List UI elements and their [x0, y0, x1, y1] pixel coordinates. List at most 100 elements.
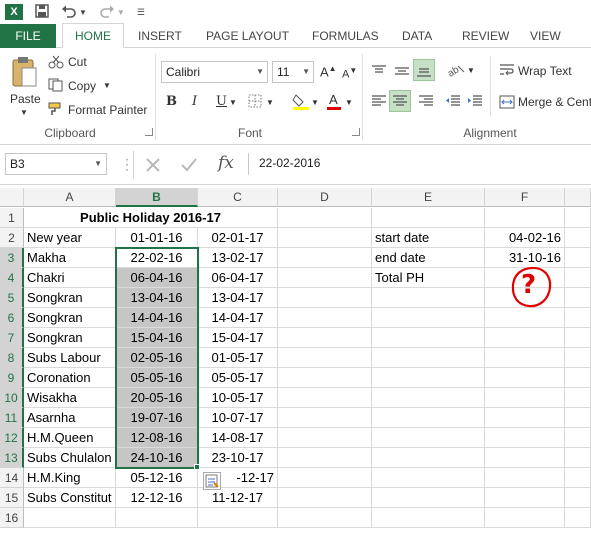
cell-f11[interactable] [485, 408, 565, 428]
cell-a6[interactable]: Songkran [24, 308, 116, 328]
cell-g7[interactable] [565, 328, 591, 348]
cell-g4[interactable] [565, 268, 591, 288]
insert-function-icon[interactable]: fx [218, 153, 234, 173]
cell-a8[interactable]: Subs Labour [24, 348, 116, 368]
cell-d2[interactable] [278, 228, 372, 248]
cell-d14[interactable] [278, 468, 372, 488]
paste-icon[interactable] [10, 56, 38, 93]
cell-c12[interactable]: 14-08-17 [198, 428, 278, 448]
underline-dropdown-icon[interactable]: ▼ [229, 98, 237, 107]
cell-b2[interactable]: 01-01-16 [116, 228, 198, 248]
align-bottom-icon[interactable] [413, 59, 435, 81]
cell-d4[interactable] [278, 268, 372, 288]
column-header-c[interactable]: C [198, 188, 278, 207]
name-box[interactable]: B3 ▼ [5, 153, 107, 175]
save-icon[interactable] [35, 3, 49, 21]
cell-g8[interactable] [565, 348, 591, 368]
column-header-f[interactable]: F [485, 188, 565, 207]
sheet-title[interactable]: Public Holiday 2016-17 [24, 208, 278, 228]
row-header[interactable]: 1 [0, 208, 24, 228]
undo-icon[interactable] [61, 4, 77, 21]
cell-g1[interactable] [565, 208, 591, 228]
redo-icon[interactable] [99, 4, 115, 21]
fill-color-icon[interactable] [292, 92, 310, 113]
borders-dropdown-icon[interactable]: ▼ [266, 98, 274, 107]
row-header[interactable]: 5 [0, 288, 24, 308]
cell-c6[interactable]: 14-04-17 [198, 308, 278, 328]
cell-a12[interactable]: H.M.Queen [24, 428, 116, 448]
cell-d15[interactable] [278, 488, 372, 508]
cell-e1[interactable] [372, 208, 485, 228]
column-header-d[interactable]: D [278, 188, 372, 207]
align-top-icon[interactable] [371, 64, 387, 81]
wrap-text-icon[interactable] [499, 63, 515, 80]
cell-a7[interactable]: Songkran [24, 328, 116, 348]
align-middle-icon[interactable] [394, 64, 410, 81]
cell-b16[interactable] [116, 508, 198, 528]
copy-button[interactable]: Copy [68, 79, 96, 93]
spreadsheet-grid[interactable]: A B C D E F 1 2 New year 01-01-16 02-01-17 start da… [0, 188, 591, 543]
bold-button[interactable]: B [166, 94, 177, 109]
enter-icon[interactable] [180, 157, 198, 176]
cell-e12[interactable] [372, 428, 485, 448]
underline-button[interactable]: U [216, 94, 227, 109]
cell-b12[interactable]: 12-08-16 [116, 428, 198, 448]
row-header[interactable]: 14 [0, 468, 24, 488]
row-header[interactable]: 7 [0, 328, 24, 348]
cell-g10[interactable] [565, 388, 591, 408]
cell-g12[interactable] [565, 428, 591, 448]
align-right-icon[interactable] [418, 94, 434, 111]
cell-e14[interactable] [372, 468, 485, 488]
column-header-a[interactable]: A [24, 188, 116, 207]
italic-button[interactable]: I [192, 94, 197, 109]
font-name-select[interactable]: Calibri ▼ [161, 61, 268, 83]
cell-e4[interactable]: Total PH [372, 268, 485, 288]
row-header[interactable]: 6 [0, 308, 24, 328]
cell-b8[interactable]: 02-05-16 [116, 348, 198, 368]
row-header[interactable]: 11 [0, 408, 24, 428]
copy-icon[interactable] [48, 78, 64, 95]
column-header-b[interactable]: B [116, 188, 198, 207]
redo-dropdown-icon[interactable]: ▼ [117, 8, 125, 17]
cell-e2[interactable]: start date [372, 228, 485, 248]
row-header[interactable]: 16 [0, 508, 24, 528]
cell-f12[interactable] [485, 428, 565, 448]
cell-f10[interactable] [485, 388, 565, 408]
cell-a4[interactable]: Chakri [24, 268, 116, 288]
align-center-icon[interactable] [389, 90, 411, 112]
cell-b4[interactable]: 06-04-16 [116, 268, 198, 288]
column-header-g[interactable] [565, 188, 591, 207]
select-all-corner[interactable] [0, 188, 24, 207]
cell-a3[interactable]: Makha [24, 248, 116, 268]
tab-review[interactable]: REVIEW [462, 24, 509, 48]
cell-g2[interactable] [565, 228, 591, 248]
cell-d1[interactable] [278, 208, 372, 228]
merge-center-icon[interactable] [499, 95, 515, 112]
cell-e8[interactable] [372, 348, 485, 368]
borders-icon[interactable] [248, 94, 262, 111]
cell-a14[interactable]: H.M.King [24, 468, 116, 488]
cell-c13[interactable]: 23-10-17 [198, 448, 278, 468]
cell-e13[interactable] [372, 448, 485, 468]
cell-b11[interactable]: 19-07-16 [116, 408, 198, 428]
cell-c16[interactable] [198, 508, 278, 528]
cell-c3[interactable]: 13-02-17 [198, 248, 278, 268]
fill-color-dropdown-icon[interactable]: ▼ [311, 98, 319, 107]
tab-page-layout[interactable]: PAGE LAYOUT [206, 24, 289, 48]
cell-c4[interactable]: 06-04-17 [198, 268, 278, 288]
fill-handle[interactable] [194, 464, 200, 470]
grow-font-button[interactable]: A▲ [320, 64, 337, 79]
cell-d3[interactable] [278, 248, 372, 268]
cell-f13[interactable] [485, 448, 565, 468]
cell-c5[interactable]: 13-04-17 [198, 288, 278, 308]
cell-g11[interactable] [565, 408, 591, 428]
tab-home[interactable]: HOME [62, 23, 124, 48]
format-painter-icon[interactable] [48, 102, 64, 119]
cell-d6[interactable] [278, 308, 372, 328]
cell-g9[interactable] [565, 368, 591, 388]
cell-c9[interactable]: 05-05-17 [198, 368, 278, 388]
cell-g14[interactable] [565, 468, 591, 488]
row-header[interactable]: 15 [0, 488, 24, 508]
cell-f15[interactable] [485, 488, 565, 508]
cell-b14[interactable]: 05-12-16 [116, 468, 198, 488]
